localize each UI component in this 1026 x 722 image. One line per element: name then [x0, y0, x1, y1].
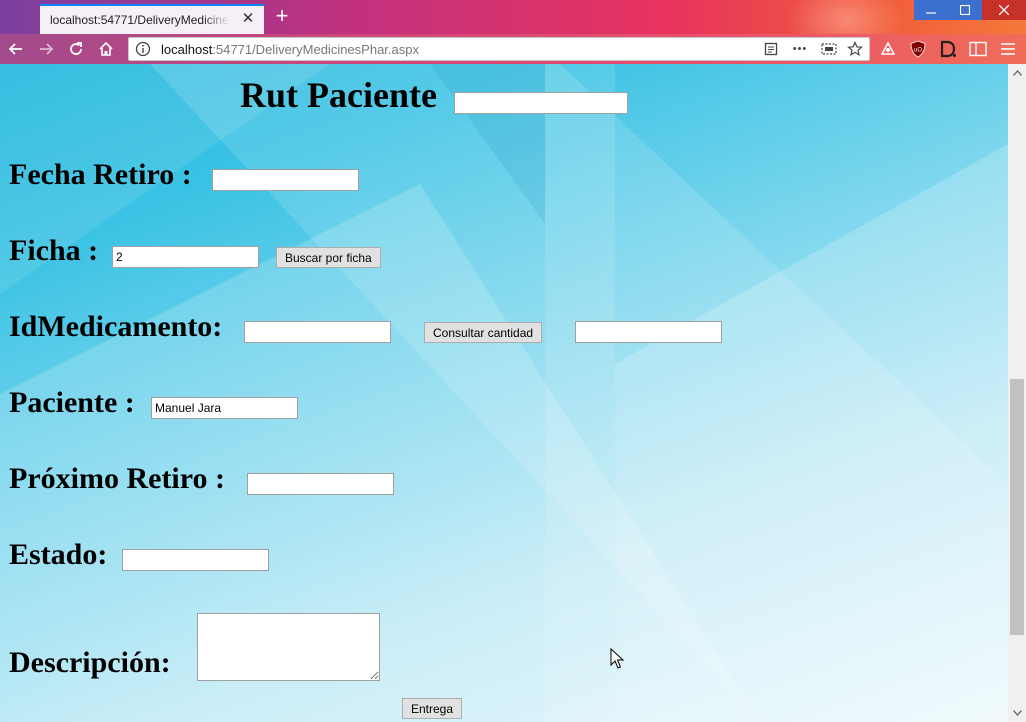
shield-icon: uO [910, 40, 926, 58]
star-icon [847, 41, 863, 57]
d-logo-icon [940, 40, 956, 58]
theme-decoration [786, 0, 906, 34]
new-tab-button[interactable]: + [270, 5, 294, 29]
toolbar-right: uO [876, 37, 1020, 61]
mouse-cursor-icon [610, 648, 624, 669]
close-window-button[interactable] [982, 0, 1026, 20]
nav-bar: localhost:54771/DeliveryMedicinesPhar.as… [0, 34, 1026, 64]
idmedicamento-label: IdMedicamento: [9, 310, 223, 343]
forward-arrow-icon [40, 43, 54, 55]
browser-window: localhost:54771/DeliveryMedicinesPhar.as… [0, 0, 1026, 722]
scroll-thumb[interactable] [1010, 379, 1024, 635]
tab-active[interactable]: localhost:54771/DeliveryMedicinesPhar.as… [40, 4, 264, 34]
rut-paciente-input[interactable] [454, 92, 628, 114]
sidebar-icon [969, 41, 987, 57]
close-icon [999, 5, 1009, 15]
buscar-por-ficha-button[interactable]: Buscar por ficha [276, 247, 381, 268]
paciente-input[interactable] [151, 397, 298, 419]
reader-view-button[interactable] [761, 40, 781, 58]
d-extension-button[interactable] [936, 37, 960, 61]
minimize-icon [926, 12, 936, 14]
page-content: Rut Paciente Fecha Retiro : Ficha : Busc… [0, 64, 1008, 722]
tab-bar: localhost:54771/DeliveryMedicinesPhar.as… [0, 0, 1026, 34]
fecha-retiro-input[interactable] [212, 169, 359, 191]
minimize-button[interactable] [914, 0, 948, 20]
svg-text:uO: uO [914, 48, 922, 54]
paciente-label: Paciente : [9, 386, 135, 419]
back-button[interactable] [4, 37, 28, 61]
reader-view-icon [764, 42, 778, 56]
sidebar-button[interactable] [966, 37, 990, 61]
entrega-button[interactable]: Entrega [402, 698, 463, 719]
rut-paciente-label: Rut Paciente [240, 75, 437, 115]
reload-icon [70, 42, 82, 55]
extension-icon [880, 41, 896, 55]
fecha-retiro-label: Fecha Retiro : [9, 158, 192, 191]
chevron-down-icon [1012, 710, 1022, 716]
vertical-scrollbar[interactable] [1008, 64, 1026, 722]
estado-input[interactable] [122, 549, 269, 571]
scroll-up-button[interactable] [1008, 64, 1026, 82]
proximo-retiro-input[interactable] [247, 473, 394, 495]
ublock-button[interactable]: uO [906, 37, 930, 61]
window-controls [914, 0, 1026, 20]
screenshot-icon [821, 43, 837, 55]
estado-label: Estado: [9, 538, 108, 571]
menu-button[interactable] [996, 37, 1020, 61]
tab-close-icon[interactable]: ✕ [240, 11, 256, 27]
url-host: localhost [161, 42, 213, 57]
home-icon [99, 41, 113, 56]
info-icon[interactable] [135, 41, 151, 57]
url-path: :54771/DeliveryMedicinesPhar.aspx [212, 42, 419, 57]
ficha-input[interactable] [112, 246, 259, 268]
scroll-down-button[interactable] [1008, 704, 1026, 722]
back-arrow-icon [8, 43, 22, 55]
reload-button[interactable] [64, 37, 88, 61]
maximize-button[interactable] [948, 0, 982, 20]
screenshot-button[interactable] [819, 40, 839, 58]
idmedicamento-input[interactable] [244, 321, 391, 343]
url-text: localhost:54771/DeliveryMedicinesPhar.as… [161, 42, 419, 57]
descripcion-label: Descripción: [9, 646, 171, 679]
maximize-icon [960, 5, 970, 15]
home-button[interactable] [94, 37, 118, 61]
proximo-retiro-label: Próximo Retiro : [9, 462, 226, 495]
url-actions: ••• [761, 40, 865, 58]
url-bar[interactable]: localhost:54771/DeliveryMedicinesPhar.as… [128, 37, 870, 61]
extension-button[interactable] [876, 37, 900, 61]
cantidad-input[interactable] [575, 321, 722, 343]
tab-title: localhost:54771/DeliveryMedicinesPhar.as… [50, 13, 230, 27]
page-actions-button[interactable]: ••• [787, 40, 813, 58]
hamburger-menu-icon [1001, 43, 1015, 55]
ficha-label: Ficha : [9, 234, 99, 267]
chevron-up-icon [1012, 70, 1022, 76]
forward-button[interactable] [34, 37, 58, 61]
bookmark-button[interactable] [845, 40, 865, 58]
consultar-cantidad-button[interactable]: Consultar cantidad [424, 322, 543, 343]
descripcion-textarea[interactable] [197, 613, 380, 681]
